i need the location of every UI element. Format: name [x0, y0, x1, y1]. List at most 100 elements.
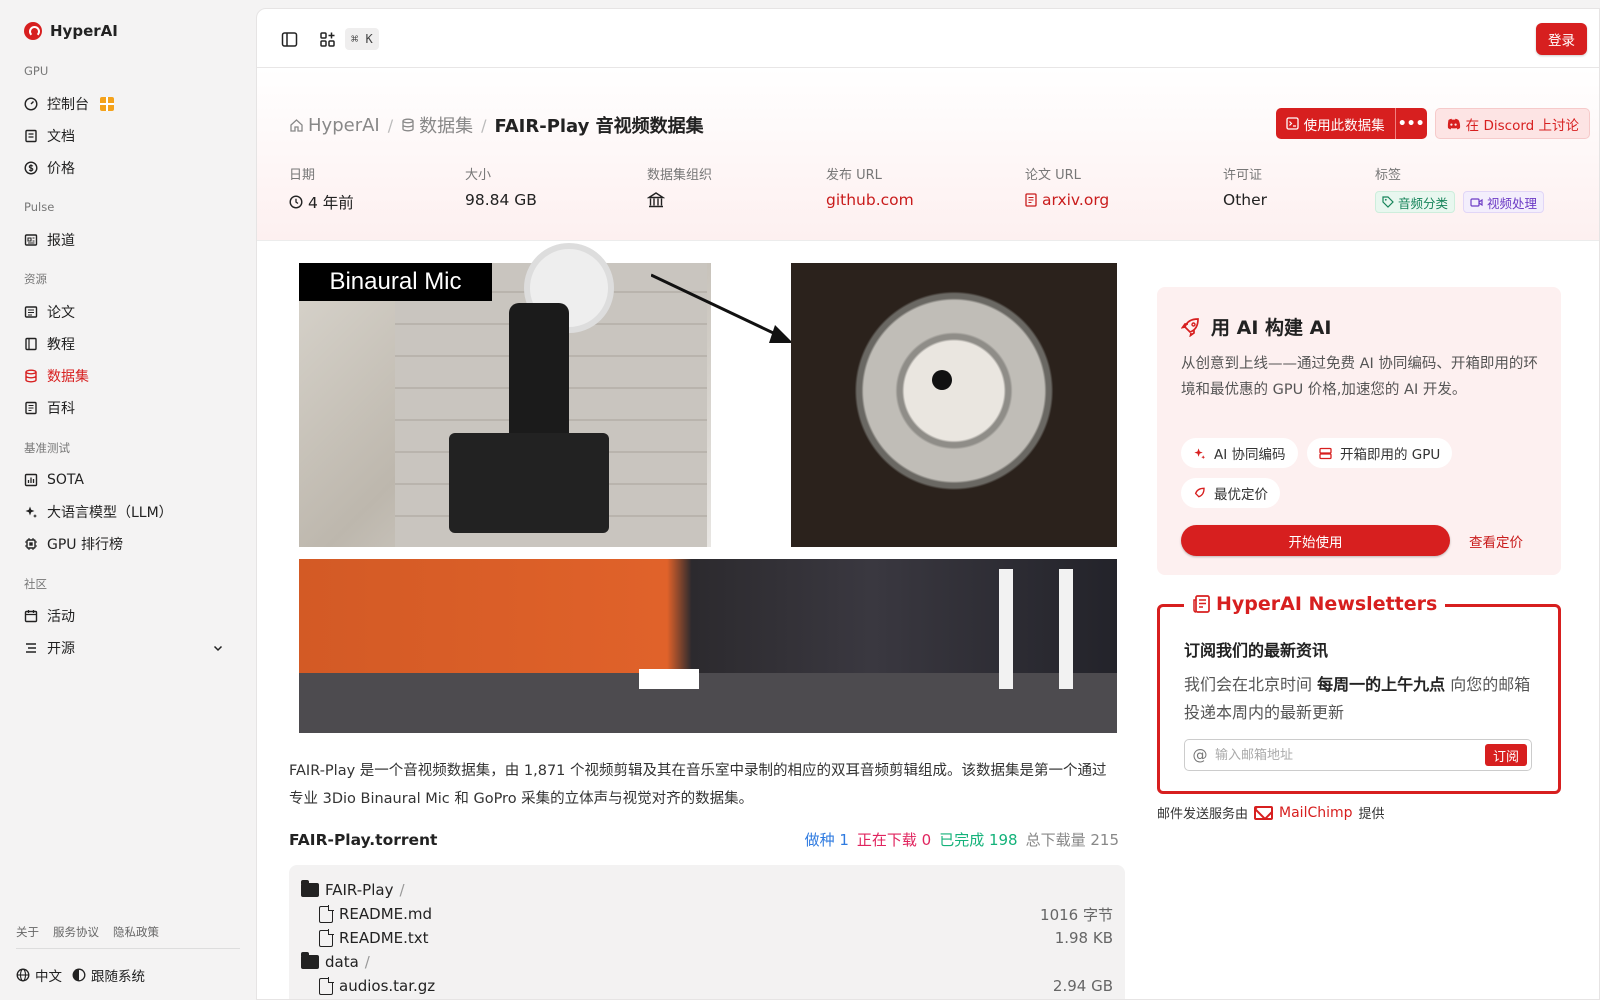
footer-link-about[interactable]: 关于 — [16, 924, 39, 940]
sidebar-item-label: 控制台 — [47, 97, 89, 113]
footer-link-privacy[interactable]: 隐私政策 — [113, 924, 159, 940]
meta-license: 许可证 Other — [1223, 164, 1267, 209]
tag-audio-classification[interactable]: 音频分类 — [1375, 191, 1456, 213]
breadcrumb-home-label: HyperAI — [308, 114, 380, 136]
release-url-link[interactable]: github.com — [826, 191, 914, 209]
tag-label: 视频处理 — [1487, 195, 1538, 211]
pill-best-pricing[interactable]: 最优定价 — [1181, 478, 1280, 508]
keyboard-shape — [639, 669, 699, 689]
home-icon — [290, 118, 303, 132]
newsletter-title: HyperAI Newsletters — [1184, 593, 1446, 615]
sidebar-item-sota[interactable]: SOTA — [16, 466, 236, 494]
paper-url-link[interactable]: arxiv.org — [1025, 191, 1109, 209]
brand[interactable]: HyperAI — [24, 22, 118, 40]
use-dataset-button[interactable]: 使用此数据集 — [1275, 108, 1395, 139]
sidebar-item-opensource[interactable]: 开源 — [16, 634, 236, 662]
section-label-community: 社区 — [24, 577, 47, 591]
sidebar-item-gpu-ranking[interactable]: GPU 排行榜 — [16, 530, 236, 558]
pill-ai-coding[interactable]: AI 协同编码 — [1181, 438, 1298, 468]
meta-tags: 标签 音频分类 视频处理 — [1375, 164, 1545, 213]
apps-button[interactable] — [315, 27, 339, 51]
sidebar-item-pricing[interactable]: 价格 — [16, 154, 236, 182]
file-row[interactable]: audios.tar.gz 2.94 GB — [301, 975, 1113, 997]
tag-video-processing[interactable]: 视频处理 — [1463, 191, 1545, 213]
meta-date-text: 4 年前 — [308, 194, 354, 212]
book-icon — [24, 337, 38, 351]
meta-date: 日期 4 年前 — [289, 164, 354, 213]
sidebar-item-llm[interactable]: 大语言模型（LLM） — [16, 498, 236, 526]
breadcrumb-datasets-label: 数据集 — [419, 116, 474, 137]
theme-icon — [72, 968, 86, 982]
newsletter-box: HyperAI Newsletters 订阅我们的最新资讯 我们会在北京时间 每… — [1157, 593, 1561, 794]
torrent-title[interactable]: FAIR-Play.torrent — [289, 831, 437, 849]
binaural-mic-photo: Binaural Mic — [299, 243, 711, 547]
calendar-icon — [24, 609, 38, 623]
breadcrumb-datasets[interactable]: 数据集 — [401, 112, 473, 138]
sidebar-item-label: GPU 排行榜 — [47, 537, 123, 553]
video-icon — [1470, 197, 1483, 207]
sidebar-item-datasets[interactable]: 数据集 — [16, 362, 236, 390]
get-started-button[interactable]: 开始使用 — [1181, 525, 1450, 556]
file-name: audios.tar.gz — [339, 977, 436, 995]
file-row[interactable]: README.txt 1.98 KB — [301, 927, 1113, 949]
breadcrumb-separator: / — [481, 115, 487, 135]
globe-icon — [16, 968, 30, 982]
pill-ready-gpu[interactable]: 开箱即用的 GPU — [1307, 438, 1453, 468]
view-pricing-link[interactable]: 查看定价 — [1469, 525, 1523, 556]
sidebar-item-docs[interactable]: 文档 — [16, 122, 236, 150]
file-row[interactable]: data / — [301, 951, 1113, 973]
credit-prefix: 邮件发送服务由 — [1157, 807, 1249, 822]
sidebar-item-tutorials[interactable]: 教程 — [16, 330, 236, 358]
meta-license-key: 许可证 — [1223, 168, 1263, 183]
sidebar-item-label: 报道 — [47, 233, 75, 249]
language-switch[interactable]: 中文 — [16, 965, 62, 985]
sparkle-icon — [24, 505, 38, 519]
discord-button[interactable]: 在 Discord 上讨论 — [1434, 108, 1590, 139]
use-dataset-label: 使用此数据集 — [1303, 117, 1385, 134]
command-shortcut[interactable]: ⌘ K — [345, 28, 379, 50]
breadcrumb-home[interactable]: HyperAI — [289, 115, 380, 136]
file-icon — [319, 904, 334, 923]
figure-caption: Binaural Mic — [299, 263, 492, 301]
file-size: 1016 字节 — [1040, 905, 1113, 924]
theme-switch[interactable]: 跟随系统 — [72, 965, 145, 985]
meta-size-key: 大小 — [465, 168, 492, 183]
toggle-sidebar-button[interactable] — [277, 27, 301, 51]
sidebar-item-events[interactable]: 活动 — [16, 602, 236, 630]
dataset-actions: 使用此数据集 ••• 在 Discord 上讨论 — [1275, 108, 1590, 139]
meta-release-url-key: 发布 URL — [826, 168, 882, 183]
more-options-button[interactable]: ••• — [1394, 108, 1427, 139]
arrow-graphic — [651, 273, 793, 343]
meta-tags-key: 标签 — [1375, 168, 1402, 183]
database-icon — [402, 118, 414, 132]
gauge-icon — [24, 97, 38, 111]
theme-label: 跟随系统 — [91, 969, 145, 985]
meta-paper-url: 论文 URL arxiv.org — [1025, 164, 1109, 209]
folder-icon — [301, 880, 319, 897]
footer-link-terms[interactable]: 服务协议 — [53, 924, 99, 940]
file-name: FAIR-Play — [325, 881, 394, 899]
chevron-down-icon[interactable] — [212, 642, 224, 658]
sidebar-item-wiki[interactable]: 百科 — [16, 394, 236, 422]
sidebar-item-papers[interactable]: 论文 — [16, 298, 236, 326]
meta-date-value: 4 年前 — [289, 191, 354, 213]
document-icon — [1025, 193, 1037, 207]
audio-recorder — [449, 433, 609, 533]
email-input[interactable] — [1215, 747, 1485, 763]
sidebar: HyperAI GPU 控制台 文档 价格 Pulse 报道 资源 论文 教程 … — [0, 0, 256, 1000]
paper-icon — [24, 305, 38, 319]
file-row[interactable]: FAIR-Play / — [301, 879, 1113, 901]
paper-url-text: arxiv.org — [1042, 191, 1110, 209]
newsletter-text: 我们会在北京时间 每周一的上午九点 向您的邮箱投递本周内的最新更新 — [1184, 671, 1534, 727]
at-icon: @ — [1192, 746, 1208, 764]
sidebar-item-reports[interactable]: 报道 — [16, 226, 236, 254]
login-button[interactable]: 登录 — [1536, 23, 1587, 55]
meta-org: 数据集组织 — [647, 164, 712, 209]
meta-org-value[interactable] — [647, 191, 712, 209]
mailchimp-link[interactable]: MailChimp — [1279, 805, 1353, 821]
meta-license-value: Other — [1223, 191, 1268, 209]
sidebar-item-console[interactable]: 控制台 — [16, 90, 236, 118]
file-row[interactable]: README.md 1016 字节 — [301, 903, 1113, 925]
subscribe-button[interactable]: 订阅 — [1484, 744, 1527, 766]
room-floor — [299, 673, 1117, 733]
